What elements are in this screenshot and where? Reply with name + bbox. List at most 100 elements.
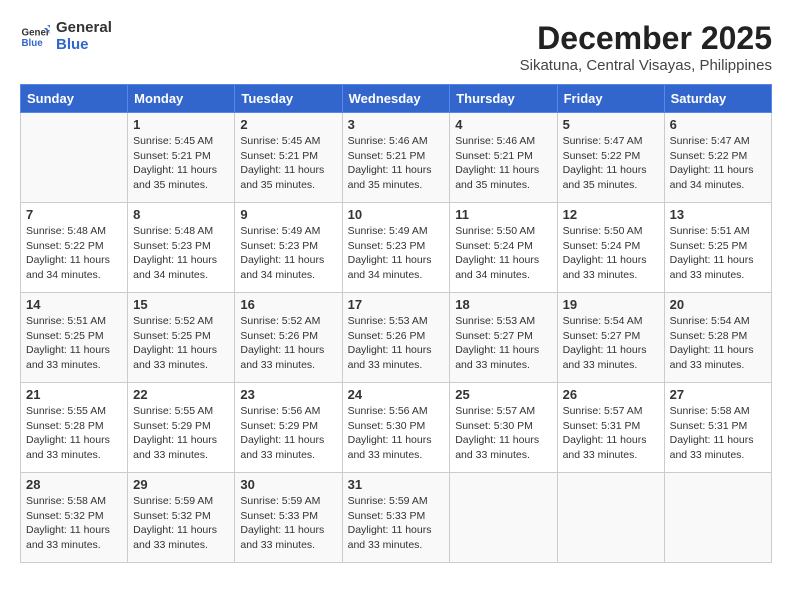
svg-text:Blue: Blue <box>22 38 44 49</box>
calendar-table: SundayMondayTuesdayWednesdayThursdayFrid… <box>20 84 772 563</box>
calendar-cell <box>664 473 771 563</box>
day-info: Sunrise: 5:48 AMSunset: 5:23 PMDaylight:… <box>133 224 229 283</box>
calendar-cell <box>557 473 664 563</box>
header-sunday: Sunday <box>21 85 128 113</box>
day-number: 15 <box>133 297 229 312</box>
calendar-cell: 29Sunrise: 5:59 AMSunset: 5:32 PMDayligh… <box>128 473 235 563</box>
day-info: Sunrise: 5:50 AMSunset: 5:24 PMDaylight:… <box>563 224 659 283</box>
day-info: Sunrise: 5:54 AMSunset: 5:27 PMDaylight:… <box>563 314 659 373</box>
day-info: Sunrise: 5:53 AMSunset: 5:27 PMDaylight:… <box>455 314 551 373</box>
day-number: 31 <box>348 477 445 492</box>
calendar-cell: 31 Sunrise: 5:59 AMSunset: 5:33 PMDayligh… <box>342 473 450 563</box>
day-info: Sunrise: 5:55 AMSunset: 5:28 PMDaylight:… <box>26 404 122 463</box>
calendar-cell: 6 Sunrise: 5:47 AMSunset: 5:22 PMDaylight… <box>664 113 771 203</box>
location-subtitle: Sikatuna, Central Visayas, Philippines <box>520 57 772 74</box>
calendar-cell: 20 Sunrise: 5:54 AMSunset: 5:28 PMDayligh… <box>664 293 771 383</box>
day-number: 26 <box>563 387 659 402</box>
day-number: 24 <box>348 387 445 402</box>
header-saturday: Saturday <box>664 85 771 113</box>
day-info: Sunrise: 5:57 AMSunset: 5:31 PMDaylight:… <box>563 404 659 463</box>
day-number: 17 <box>348 297 445 312</box>
day-info: Sunrise: 5:57 AMSunset: 5:30 PMDaylight:… <box>455 404 551 463</box>
day-info: Sunrise: 5:48 AMSunset: 5:22 PMDaylight:… <box>26 224 122 283</box>
day-number: 12 <box>563 207 659 222</box>
logo-text-blue: Blue <box>56 37 112 54</box>
day-number: 14 <box>26 297 122 312</box>
header-wednesday: Wednesday <box>342 85 450 113</box>
calendar-cell: 14 Sunrise: 5:51 AMSunset: 5:25 PMDayligh… <box>21 293 128 383</box>
calendar-cell <box>21 113 128 203</box>
calendar-cell: 8 Sunrise: 5:48 AMSunset: 5:23 PMDaylight… <box>128 203 235 293</box>
day-info: Sunrise: 5:54 AMSunset: 5:28 PMDaylight:… <box>670 314 766 373</box>
day-info: Sunrise: 5:49 AMSunset: 5:23 PMDaylight:… <box>240 224 336 283</box>
logo-text-general: General <box>56 20 112 37</box>
day-info: Sunrise: 5:50 AMSunset: 5:24 PMDaylight:… <box>455 224 551 283</box>
day-number: 2 <box>240 117 336 132</box>
day-info: Sunrise: 5:51 AMSunset: 5:25 PMDaylight:… <box>26 314 122 373</box>
calendar-cell <box>450 473 557 563</box>
day-info: Sunrise: 5:47 AMSunset: 5:22 PMDaylight:… <box>670 134 766 193</box>
day-number: 7 <box>26 207 122 222</box>
day-number: 4 <box>455 117 551 132</box>
day-info: Sunrise: 5:46 AMSunset: 5:21 PMDaylight:… <box>348 134 445 193</box>
calendar-cell: 28Sunrise: 5:58 AMSunset: 5:32 PMDayligh… <box>21 473 128 563</box>
calendar-cell: 7 Sunrise: 5:48 AMSunset: 5:22 PMDaylight… <box>21 203 128 293</box>
day-number: 25 <box>455 387 551 402</box>
day-number: 27 <box>670 387 766 402</box>
calendar-cell: 18Sunrise: 5:53 AMSunset: 5:27 PMDayligh… <box>450 293 557 383</box>
day-number: 30 <box>240 477 336 492</box>
day-info: Sunrise: 5:49 AMSunset: 5:23 PMDaylight:… <box>348 224 445 283</box>
calendar-cell: 26 Sunrise: 5:57 AMSunset: 5:31 PMDayligh… <box>557 383 664 473</box>
logo-icon: General Blue <box>20 22 50 52</box>
day-info: Sunrise: 5:58 AMSunset: 5:31 PMDaylight:… <box>670 404 766 463</box>
day-info: Sunrise: 5:52 AMSunset: 5:26 PMDaylight:… <box>240 314 336 373</box>
header-friday: Friday <box>557 85 664 113</box>
day-number: 16 <box>240 297 336 312</box>
calendar-cell: 21 Sunrise: 5:55 AMSunset: 5:28 PMDayligh… <box>21 383 128 473</box>
day-number: 10 <box>348 207 445 222</box>
day-number: 8 <box>133 207 229 222</box>
calendar-cell: 11Sunrise: 5:50 AMSunset: 5:24 PMDayligh… <box>450 203 557 293</box>
title-area: December 2025 Sikatuna, Central Visayas,… <box>520 20 772 74</box>
calendar-cell: 24 Sunrise: 5:56 AMSunset: 5:30 PMDayligh… <box>342 383 450 473</box>
calendar-week-row: 14 Sunrise: 5:51 AMSunset: 5:25 PMDayligh… <box>21 293 772 383</box>
day-info: Sunrise: 5:56 AMSunset: 5:30 PMDaylight:… <box>348 404 445 463</box>
day-info: Sunrise: 5:59 AMSunset: 5:33 PMDaylight:… <box>240 494 336 553</box>
day-number: 9 <box>240 207 336 222</box>
day-info: Sunrise: 5:53 AMSunset: 5:26 PMDaylight:… <box>348 314 445 373</box>
calendar-cell: 9 Sunrise: 5:49 AMSunset: 5:23 PMDaylight… <box>235 203 342 293</box>
calendar-cell: 2Sunrise: 5:45 AMSunset: 5:21 PMDaylight… <box>235 113 342 203</box>
header-thursday: Thursday <box>450 85 557 113</box>
calendar-week-row: 1Sunrise: 5:45 AMSunset: 5:21 PMDaylight… <box>21 113 772 203</box>
calendar-cell: 25 Sunrise: 5:57 AMSunset: 5:30 PMDayligh… <box>450 383 557 473</box>
day-info: Sunrise: 5:59 AMSunset: 5:33 PMDaylight:… <box>348 494 445 553</box>
calendar-week-row: 21 Sunrise: 5:55 AMSunset: 5:28 PMDayligh… <box>21 383 772 473</box>
day-number: 20 <box>670 297 766 312</box>
calendar-cell: 22Sunrise: 5:55 AMSunset: 5:29 PMDayligh… <box>128 383 235 473</box>
day-number: 23 <box>240 387 336 402</box>
day-info: Sunrise: 5:52 AMSunset: 5:25 PMDaylight:… <box>133 314 229 373</box>
day-info: Sunrise: 5:45 AMSunset: 5:21 PMDaylight:… <box>133 134 229 193</box>
day-number: 21 <box>26 387 122 402</box>
day-number: 3 <box>348 117 445 132</box>
month-year-title: December 2025 <box>520 20 772 57</box>
day-number: 19 <box>563 297 659 312</box>
calendar-week-row: 7 Sunrise: 5:48 AMSunset: 5:22 PMDaylight… <box>21 203 772 293</box>
calendar-week-row: 28Sunrise: 5:58 AMSunset: 5:32 PMDayligh… <box>21 473 772 563</box>
day-number: 6 <box>670 117 766 132</box>
calendar-cell: 19 Sunrise: 5:54 AMSunset: 5:27 PMDayligh… <box>557 293 664 383</box>
day-info: Sunrise: 5:46 AMSunset: 5:21 PMDaylight:… <box>455 134 551 193</box>
day-info: Sunrise: 5:47 AMSunset: 5:22 PMDaylight:… <box>563 134 659 193</box>
calendar-cell: 23Sunrise: 5:56 AMSunset: 5:29 PMDayligh… <box>235 383 342 473</box>
day-number: 5 <box>563 117 659 132</box>
header-monday: Monday <box>128 85 235 113</box>
calendar-cell: 3 Sunrise: 5:46 AMSunset: 5:21 PMDaylight… <box>342 113 450 203</box>
calendar-cell: 17 Sunrise: 5:53 AMSunset: 5:26 PMDayligh… <box>342 293 450 383</box>
calendar-cell: 4 Sunrise: 5:46 AMSunset: 5:21 PMDaylight… <box>450 113 557 203</box>
day-info: Sunrise: 5:59 AMSunset: 5:32 PMDaylight:… <box>133 494 229 553</box>
day-number: 22 <box>133 387 229 402</box>
day-info: Sunrise: 5:51 AMSunset: 5:25 PMDaylight:… <box>670 224 766 283</box>
calendar-cell: 1Sunrise: 5:45 AMSunset: 5:21 PMDaylight… <box>128 113 235 203</box>
page-header: General Blue General Blue December 2025 … <box>20 20 772 74</box>
calendar-cell: 15 Sunrise: 5:52 AMSunset: 5:25 PMDayligh… <box>128 293 235 383</box>
